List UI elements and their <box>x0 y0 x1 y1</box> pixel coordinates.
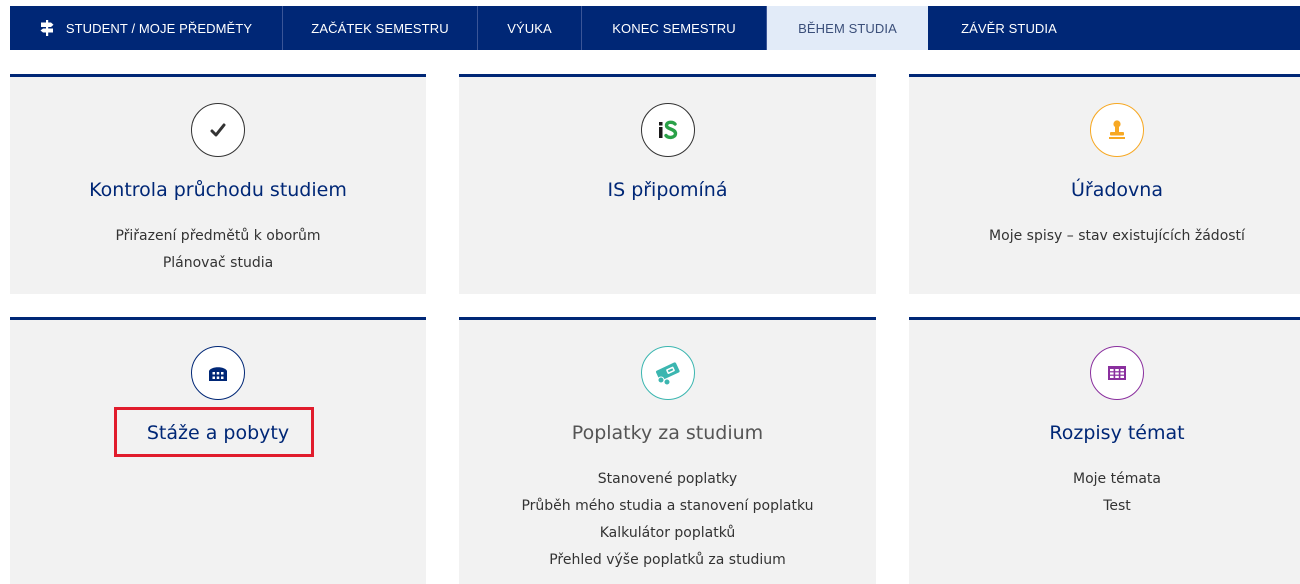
tile-links: Moje témata Test <box>909 466 1300 520</box>
stamp-icon[interactable] <box>1090 103 1144 157</box>
tab-label: KONEC SEMESTRU <box>612 20 736 36</box>
tab-zaver-studia[interactable]: ZÁVĚR STUDIA <box>928 6 1090 50</box>
highlight-annotation-box <box>114 407 314 457</box>
tab-label: VÝUKA <box>507 20 552 36</box>
tile-is-pripomina: IS připomíná <box>459 74 876 294</box>
tile-title[interactable]: Úřadovna <box>909 179 1300 201</box>
tab-behem-studia[interactable]: BĚHEM STUDIA <box>767 6 928 50</box>
checkmark-icon[interactable] <box>191 103 245 157</box>
tile-uradovna: Úřadovna Moje spisy – stav existujících … <box>909 74 1300 294</box>
tile-poplatky-za-studium: Poplatky za studium Stanovené poplatky P… <box>459 317 876 584</box>
tab-label: BĚHEM STUDIA <box>798 20 897 36</box>
tab-vyuka[interactable]: VÝUKA <box>478 6 582 50</box>
link-kalkulator-poplatku[interactable]: Kalkulátor poplatků <box>459 520 876 547</box>
table-icon[interactable] <box>1090 346 1144 400</box>
link-moje-temata[interactable]: Moje témata <box>909 466 1300 493</box>
link-test[interactable]: Test <box>909 493 1300 520</box>
link-planovac-studia[interactable]: Plánovač studia <box>10 250 426 277</box>
tab-zacatek-semestru[interactable]: ZAČÁTEK SEMESTRU <box>283 6 478 50</box>
is-logo-icon[interactable] <box>640 103 695 157</box>
tile-title[interactable]: Poplatky za studium <box>459 422 876 444</box>
tab-label: ZAČÁTEK SEMESTRU <box>311 20 449 36</box>
tab-label: ZÁVĚR STUDIA <box>961 20 1057 36</box>
signpost-icon <box>40 20 54 36</box>
tile-title[interactable]: Kontrola průchodu studiem <box>10 179 426 201</box>
tile-title[interactable]: IS připomíná <box>459 179 876 201</box>
link-stanovene-poplatky[interactable]: Stanovené poplatky <box>459 466 876 493</box>
top-navigation: STUDENT / MOJE PŘEDMĚTY ZAČÁTEK SEMESTRU… <box>10 6 1300 50</box>
tab-label: STUDENT / MOJE PŘEDMĚTY <box>65 20 253 36</box>
money-icon[interactable] <box>640 346 695 400</box>
link-prirazeni-predmetu[interactable]: Přiřazení předmětů k oborům <box>10 223 426 250</box>
tile-title[interactable]: Rozpisy témat <box>909 422 1300 444</box>
link-prubeh-studia[interactable]: Průběh mého studia a stanovení poplatku <box>459 493 876 520</box>
tile-links: Moje spisy – stav existujících žádostí <box>909 223 1300 250</box>
building-icon[interactable] <box>191 346 245 400</box>
link-moje-spisy[interactable]: Moje spisy – stav existujících žádostí <box>909 223 1300 250</box>
tile-kontrola-pruchodu: Kontrola průchodu studiem Přiřazení před… <box>10 74 426 294</box>
link-prehled-vyse-poplatku[interactable]: Přehled výše poplatků za studium <box>459 547 876 574</box>
tile-links: Přiřazení předmětů k oborům Plánovač stu… <box>10 223 426 277</box>
tile-links: Stanovené poplatky Průběh mého studia a … <box>459 466 876 574</box>
tab-konec-semestru[interactable]: KONEC SEMESTRU <box>582 6 767 50</box>
tab-student-moje-predmety[interactable]: STUDENT / MOJE PŘEDMĚTY <box>10 6 283 50</box>
tile-rozpisy-temat: Rozpisy témat Moje témata Test <box>909 317 1300 584</box>
